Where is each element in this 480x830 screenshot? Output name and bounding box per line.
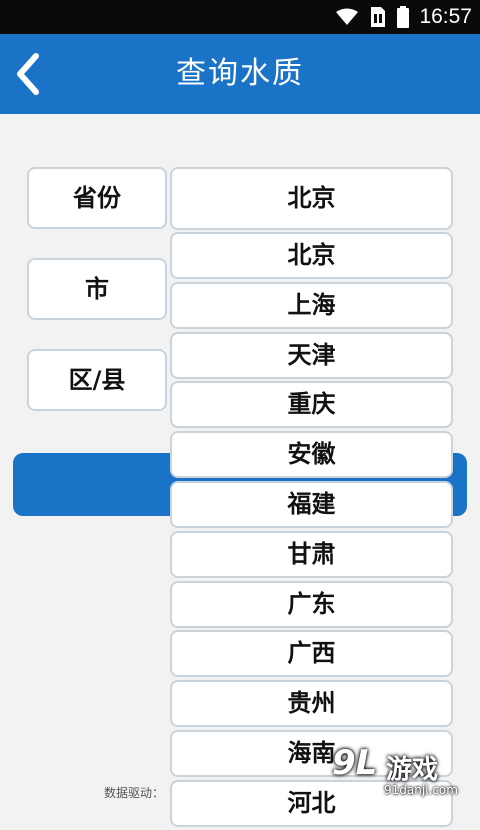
sim-card-icon [369, 6, 387, 28]
page-title: 查询水质 [176, 56, 304, 91]
wifi-icon [335, 8, 359, 26]
province-select[interactable]: 北京 [170, 167, 453, 230]
dropdown-option-fujian[interactable]: 福建 [170, 480, 453, 528]
dropdown-option-shanghai[interactable]: 上海 [170, 281, 453, 329]
district-label: 区/县 [27, 349, 167, 411]
watermark-name: 游戏 [386, 755, 439, 785]
app-header: 查询水质 [0, 34, 480, 114]
battery-icon [397, 6, 410, 28]
dropdown-option-beijing[interactable]: 北京 [170, 232, 453, 279]
dropdown-option-tianjin[interactable]: 天津 [170, 331, 453, 379]
status-time: 16:57 [419, 5, 472, 28]
dropdown-option-chongqing[interactable]: 重庆 [170, 381, 453, 429]
data-driver-label: 数据驱动： [104, 786, 165, 800]
watermark-url: 91danji.com [384, 783, 458, 797]
status-bar: 16:57 [0, 0, 480, 34]
status-icons: 16:57 [335, 0, 472, 34]
province-label: 省份 [27, 167, 167, 229]
watermark-logo: 9L 游戏 91danji.com [324, 743, 474, 800]
province-dropdown-list: 北京 上海 天津 重庆 安徽 福建 甘肃 广东 广西 贵州 海南 河北 [170, 232, 453, 830]
dropdown-option-guangxi[interactable]: 广西 [170, 630, 453, 678]
dropdown-option-gansu[interactable]: 甘肃 [170, 530, 453, 578]
dropdown-option-guangdong[interactable]: 广东 [170, 580, 453, 628]
city-label: 市 [27, 258, 167, 320]
dropdown-option-guizhou[interactable]: 贵州 [170, 680, 453, 728]
dropdown-option-anhui[interactable]: 安徽 [170, 431, 453, 479]
watermark-mark: 9L [332, 743, 378, 783]
